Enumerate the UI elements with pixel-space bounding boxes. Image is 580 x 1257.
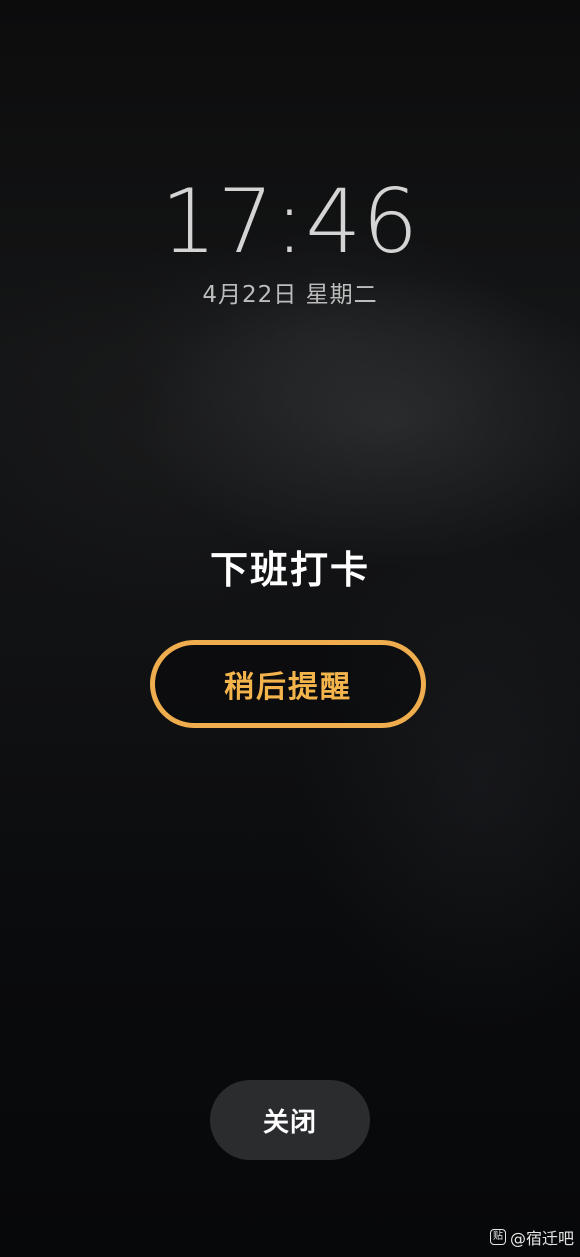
lockscreen-date: 4月22日 星期二	[202, 282, 378, 308]
lockscreen-time: 17:46	[160, 170, 420, 273]
tieba-logo-icon: 贴	[489, 1229, 506, 1245]
snooze-button[interactable]: 稍后提醒	[150, 640, 426, 728]
watermark-text: @宿迁吧	[509, 1229, 574, 1248]
close-alarm-button-label: 关闭	[262, 1107, 317, 1138]
close-alarm-button[interactable]: 关闭	[210, 1080, 370, 1160]
snooze-button-label: 稍后提醒	[224, 670, 352, 705]
alarm-title: 下班打卡	[209, 548, 370, 592]
alarm-screen: 17:46 4月22日 星期二 下班打卡 稍后提醒 关闭 贴 @宿迁吧	[0, 0, 580, 1257]
watermark: 贴 @宿迁吧	[489, 1225, 574, 1249]
